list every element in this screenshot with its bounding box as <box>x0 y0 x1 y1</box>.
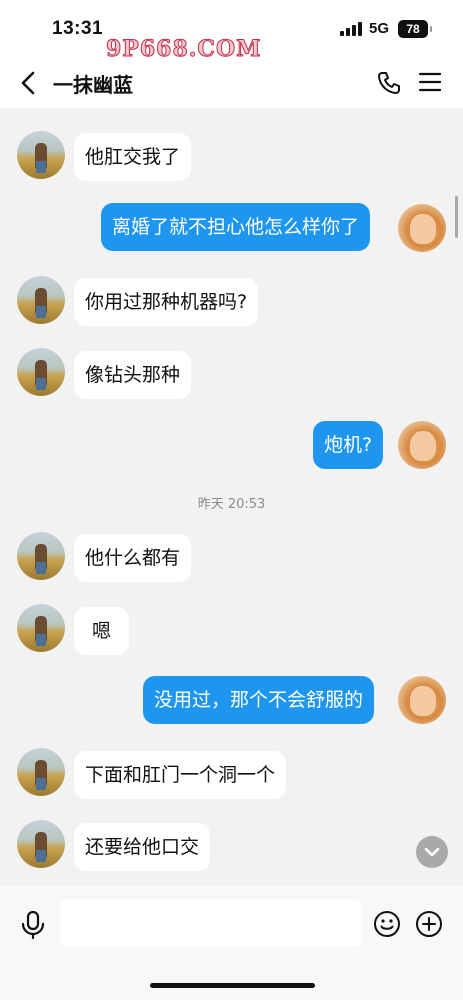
contact-avatar[interactable] <box>17 131 65 179</box>
phone-icon[interactable] <box>376 70 402 96</box>
outgoing-message[interactable]: 没用过，那个不会舒服的 <box>143 676 375 724</box>
my-avatar[interactable] <box>398 204 446 252</box>
signal-icon <box>340 22 362 36</box>
incoming-message[interactable]: 像钻头那种 <box>74 351 192 399</box>
incoming-message[interactable]: 他什么都有 <box>74 534 192 582</box>
message-list[interactable]: 他肛交我了 离婚了就不担心他怎么样你了 你用过那种机器吗? 像钻头那种 炮机? … <box>0 108 463 886</box>
emoji-icon[interactable] <box>373 910 401 938</box>
back-icon[interactable] <box>18 70 40 96</box>
add-icon[interactable] <box>415 910 443 938</box>
menu-icon[interactable] <box>419 71 441 93</box>
contact-avatar[interactable] <box>17 348 65 396</box>
scroll-to-bottom-button[interactable] <box>416 836 448 868</box>
my-avatar[interactable] <box>398 676 446 724</box>
chat-header: 一抹幽蓝 <box>0 58 463 108</box>
contact-avatar[interactable] <box>17 820 65 868</box>
contact-avatar[interactable] <box>17 604 65 652</box>
incoming-message[interactable]: 嗯 <box>74 607 130 655</box>
chevron-down-icon <box>424 847 440 857</box>
contact-name[interactable]: 一抹幽蓝 <box>53 69 133 98</box>
my-avatar[interactable] <box>398 421 446 469</box>
status-time: 13:31 <box>52 18 104 39</box>
home-indicator <box>150 983 315 988</box>
incoming-message[interactable]: 下面和肛门一个洞一个 <box>74 751 287 799</box>
contact-avatar[interactable] <box>17 276 65 324</box>
network-label: 5G <box>369 20 390 37</box>
message-timestamp: 昨天 20:53 <box>197 497 266 512</box>
battery-icon: 78 <box>398 20 432 38</box>
outgoing-message[interactable]: 离婚了就不担心他怎么样你了 <box>101 203 371 251</box>
input-bar <box>0 886 463 1000</box>
microphone-icon[interactable] <box>20 910 46 940</box>
scrollbar[interactable] <box>455 196 458 238</box>
status-bar: 13:31 5G 78 9P668.COM <box>0 0 463 63</box>
message-input[interactable] <box>60 899 361 947</box>
incoming-message[interactable]: 你用过那种机器吗? <box>74 278 259 326</box>
contact-avatar[interactable] <box>17 532 65 580</box>
incoming-message[interactable]: 还要给他口交 <box>74 823 211 871</box>
incoming-message[interactable]: 他肛交我了 <box>74 133 192 181</box>
outgoing-message[interactable]: 炮机? <box>313 421 384 469</box>
contact-avatar[interactable] <box>17 748 65 796</box>
